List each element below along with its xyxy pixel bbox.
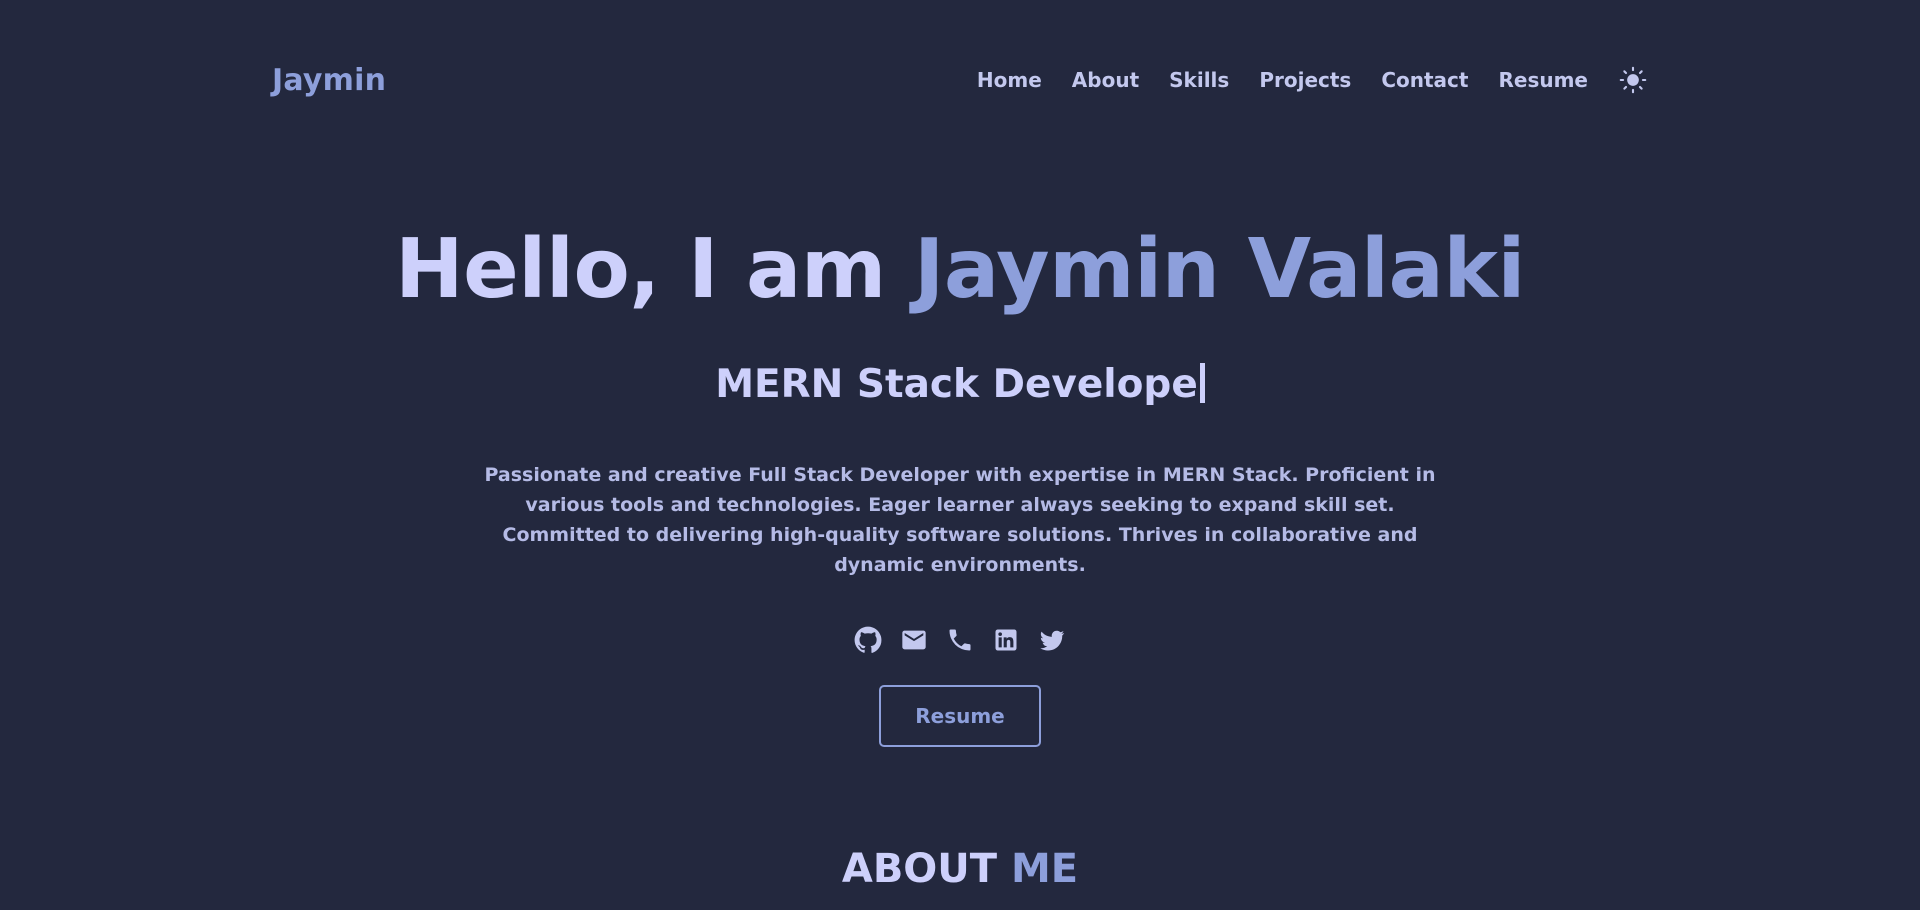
linkedin-icon (995, 629, 1017, 651)
typed-role-text: MERN Stack Develope (715, 362, 1198, 407)
nav-resume[interactable]: Resume (1498, 68, 1588, 92)
hero-role: MERN Stack Develope (0, 362, 1920, 407)
email-link[interactable] (900, 626, 928, 654)
github-link[interactable] (854, 626, 882, 654)
hero-description: Passionate and creative Full Stack Devel… (484, 464, 1436, 576)
nav-skills[interactable]: Skills (1169, 68, 1229, 92)
sun-icon (1619, 66, 1647, 94)
typing-cursor (1199, 363, 1205, 403)
phone-icon (949, 629, 971, 651)
hero-greeting: Hello, I am (394, 222, 914, 317)
twitter-link[interactable] (1038, 626, 1066, 654)
main-nav: Home About Skills Projects Contact Resum… (977, 65, 1648, 95)
theme-toggle-button[interactable] (1618, 65, 1648, 95)
phone-link[interactable] (946, 626, 974, 654)
about-heading: ABOUT ME (0, 846, 1920, 892)
email-icon (902, 630, 926, 650)
about-heading-main: ABOUT (841, 846, 1011, 892)
hero-title: Hello, I am Jaymin Valaki (0, 222, 1920, 317)
hero-name: Jaymin Valaki (913, 222, 1526, 317)
resume-button[interactable]: Resume (879, 685, 1041, 747)
portfolio-page: Jaymin Home About Skills Projects Contac… (0, 0, 1920, 910)
twitter-icon (1040, 630, 1065, 651)
nav-home[interactable]: Home (977, 68, 1042, 92)
nav-about[interactable]: About (1072, 68, 1139, 92)
nav-contact[interactable]: Contact (1381, 68, 1468, 92)
github-icon (854, 626, 882, 653)
site-header: Jaymin Home About Skills Projects Contac… (272, 55, 1648, 105)
logo[interactable]: Jaymin (272, 63, 386, 98)
linkedin-link[interactable] (992, 626, 1020, 654)
nav-projects[interactable]: Projects (1259, 68, 1351, 92)
about-heading-accent: ME (1011, 846, 1079, 892)
social-links (0, 626, 1920, 654)
